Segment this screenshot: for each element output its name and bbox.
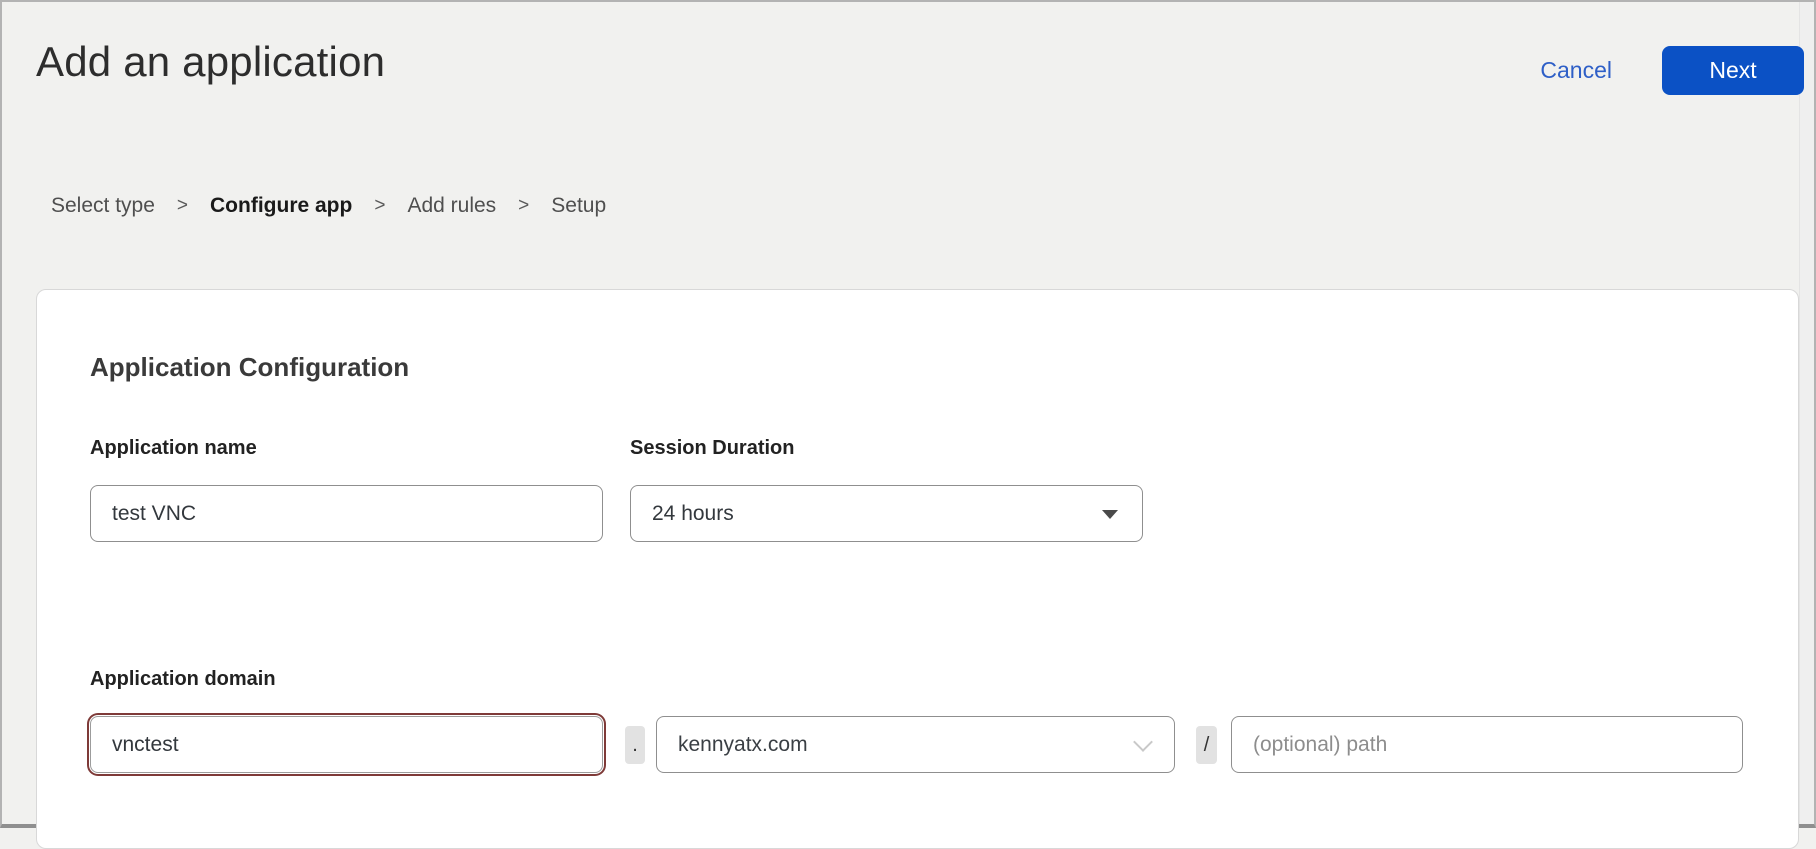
breadcrumb-separator: > bbox=[177, 195, 188, 217]
path-input[interactable] bbox=[1231, 716, 1743, 773]
domain-select[interactable]: kennyatx.com bbox=[656, 716, 1175, 773]
breadcrumb-separator: > bbox=[518, 195, 529, 217]
application-domain-row: . kennyatx.com / bbox=[90, 716, 1745, 773]
page-title: Add an application bbox=[36, 38, 385, 86]
name-duration-row: Application name Session Duration 24 hou… bbox=[90, 437, 1745, 542]
section-title: Application Configuration bbox=[90, 352, 1745, 383]
breadcrumb-separator: > bbox=[374, 195, 385, 217]
session-duration-value: 24 hours bbox=[652, 502, 734, 526]
next-button[interactable]: Next bbox=[1662, 46, 1804, 95]
slash-separator: / bbox=[1196, 726, 1217, 764]
domain-select-value: kennyatx.com bbox=[678, 733, 808, 757]
breadcrumb-step-add-rules[interactable]: Add rules bbox=[407, 194, 496, 218]
breadcrumb: Select type > Configure app > Add rules … bbox=[51, 194, 606, 218]
chevron-down-icon bbox=[1133, 732, 1153, 752]
session-duration-select[interactable]: 24 hours bbox=[630, 485, 1143, 542]
application-name-field: Application name bbox=[90, 437, 603, 542]
breadcrumb-step-setup[interactable]: Setup bbox=[551, 194, 606, 218]
scrollbar[interactable] bbox=[1799, 2, 1814, 824]
session-duration-label: Session Duration bbox=[630, 437, 1143, 460]
subdomain-input[interactable] bbox=[90, 716, 603, 773]
dot-separator: . bbox=[625, 726, 645, 764]
application-domain-section: Application domain . kennyatx.com / bbox=[90, 668, 1745, 773]
application-domain-label: Application domain bbox=[90, 668, 1745, 691]
breadcrumb-step-configure-app[interactable]: Configure app bbox=[210, 194, 352, 218]
application-name-input[interactable] bbox=[90, 485, 603, 542]
configuration-card: Application Configuration Application na… bbox=[36, 289, 1799, 849]
cancel-button[interactable]: Cancel bbox=[1540, 57, 1612, 84]
dropdown-caret-icon bbox=[1102, 510, 1118, 519]
breadcrumb-step-select-type[interactable]: Select type bbox=[51, 194, 155, 218]
header-actions: Cancel Next bbox=[1540, 46, 1804, 95]
application-name-label: Application name bbox=[90, 437, 603, 460]
session-duration-field: Session Duration 24 hours bbox=[630, 437, 1143, 542]
